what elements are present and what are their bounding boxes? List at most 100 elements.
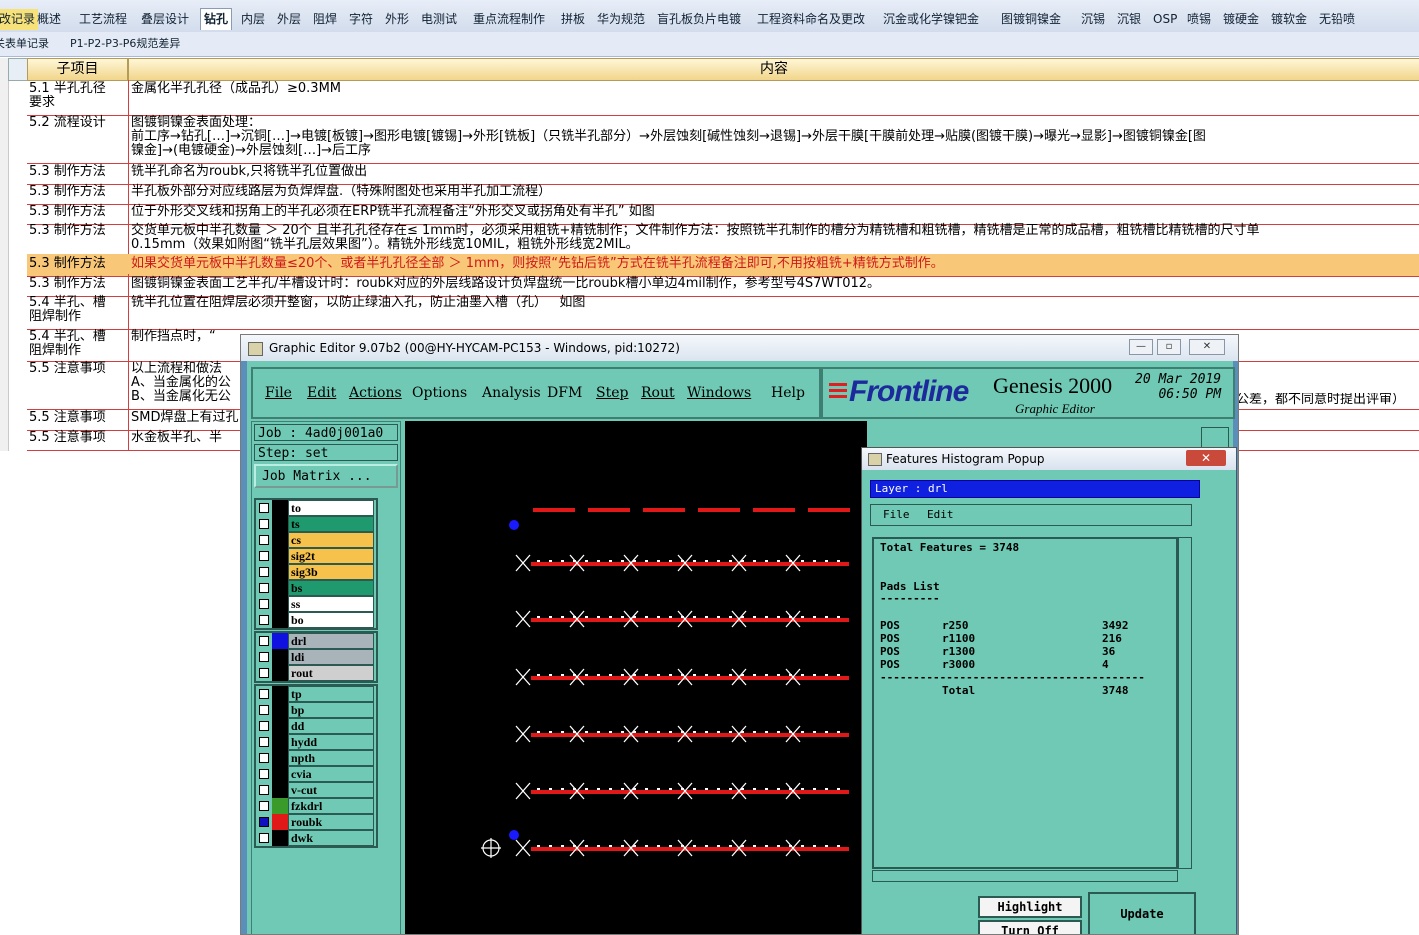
layer-name[interactable]: sig3b bbox=[288, 564, 374, 580]
row-content[interactable]: 图镀铜镍金表面处理： 前工序→钻孔[…]→沉铜[…]→电镀[板镀]→图形电镀[镀… bbox=[128, 114, 1419, 164]
sub-tab[interactable]: 关表单记录 bbox=[0, 35, 49, 53]
sheet-tab[interactable]: 字符 bbox=[346, 9, 376, 30]
layer-name[interactable]: to bbox=[288, 500, 374, 516]
sheet-tab[interactable]: 电测试 bbox=[418, 9, 460, 30]
layer-checkbox[interactable] bbox=[259, 615, 269, 625]
layer-row-bp[interactable]: bp bbox=[256, 702, 376, 718]
layer-checkbox[interactable] bbox=[259, 737, 269, 747]
sheet-tab[interactable]: 沉锡 bbox=[1078, 9, 1108, 30]
layer-name[interactable]: sig2t bbox=[288, 548, 374, 564]
layer-name[interactable]: ldi bbox=[288, 649, 374, 665]
minimize-button[interactable]: — bbox=[1129, 339, 1153, 355]
layer-row-sig3b[interactable]: sig3b bbox=[256, 564, 376, 580]
layer-checkbox[interactable] bbox=[259, 503, 269, 513]
row-content[interactable]: 交货单元板中半孔数量 ＞ 20个 且半孔孔径存在≤ 1mm时，必须采用粗铣+精铣… bbox=[128, 222, 1419, 256]
layer-row-bo[interactable]: bo bbox=[256, 612, 376, 628]
row-subitem[interactable]: 5.3 制作方法 bbox=[27, 222, 129, 256]
layer-row-bs[interactable]: bs bbox=[256, 580, 376, 596]
layer-checkbox[interactable] bbox=[259, 599, 269, 609]
layer-checkbox[interactable] bbox=[259, 519, 269, 529]
layer-row-ts[interactable]: ts bbox=[256, 516, 376, 532]
menu-analysis[interactable]: Analysis bbox=[482, 385, 541, 401]
popup-menu-file[interactable]: File bbox=[883, 505, 910, 525]
layer-row-hydd[interactable]: hydd bbox=[256, 734, 376, 750]
sheet-tab[interactable]: 沉银 bbox=[1114, 9, 1144, 30]
menu-rout[interactable]: Rout bbox=[641, 385, 675, 401]
menu-options[interactable]: Options bbox=[412, 385, 467, 401]
layer-name[interactable]: roubk bbox=[288, 814, 374, 830]
sheet-tab[interactable]: 无铅喷 bbox=[1316, 9, 1358, 30]
popup-close-button[interactable]: ✕ bbox=[1186, 450, 1226, 466]
layer-name[interactable]: tp bbox=[288, 686, 374, 702]
layer-checkbox[interactable] bbox=[259, 785, 269, 795]
layer-row-ldi[interactable]: ldi bbox=[256, 649, 376, 665]
row-subitem[interactable]: 5.4 半孔、槽 阻焊制作 bbox=[27, 294, 129, 330]
row-content[interactable]: 铣半孔位置在阻焊层必须开整窗，以防止绿油入孔，防止油墨入槽（孔） 如图 bbox=[128, 294, 1419, 330]
highlight-button[interactable]: Highlight bbox=[978, 896, 1082, 918]
horizontal-scrollbar[interactable] bbox=[872, 870, 1178, 882]
layer-checkbox[interactable] bbox=[259, 535, 269, 545]
popup-titlebar[interactable]: Features Histogram Popup ✕ bbox=[862, 448, 1236, 470]
layer-name[interactable]: ss bbox=[288, 596, 374, 612]
layer-checkbox[interactable] bbox=[259, 636, 269, 646]
layer-row-fzkdrl[interactable]: fzkdrl bbox=[256, 798, 376, 814]
layer-name[interactable]: bs bbox=[288, 580, 374, 596]
histogram-list[interactable]: Total Features = 3748 Pads List --------… bbox=[872, 537, 1178, 869]
sheet-tab[interactable]: 拼板 bbox=[558, 9, 588, 30]
sheet-tab[interactable]: 改记录 bbox=[0, 9, 39, 30]
column-header-sub[interactable]: 子项目 bbox=[27, 58, 128, 81]
layer-name[interactable]: hydd bbox=[288, 734, 374, 750]
menu-dfm[interactable]: DFM bbox=[547, 385, 582, 401]
select-all-corner[interactable] bbox=[8, 58, 28, 81]
sheet-tab[interactable]: 工艺流程 bbox=[76, 9, 130, 30]
layer-row-npth[interactable]: npth bbox=[256, 750, 376, 766]
layer-row-dwk[interactable]: dwk bbox=[256, 830, 376, 846]
layer-row-cs[interactable]: cs bbox=[256, 532, 376, 548]
sub-tab[interactable]: P1-P2-P3-P6规范差异 bbox=[70, 35, 180, 53]
layer-checkbox[interactable] bbox=[259, 689, 269, 699]
job-matrix-button[interactable]: Job Matrix ... bbox=[254, 464, 398, 488]
layer-name[interactable]: dd bbox=[288, 718, 374, 734]
layer-checkbox[interactable] bbox=[259, 833, 269, 843]
layer-checkbox[interactable] bbox=[259, 801, 269, 811]
layer-checkbox[interactable] bbox=[259, 583, 269, 593]
popup-menu-edit[interactable]: Edit bbox=[927, 505, 954, 525]
close-button[interactable]: ✕ bbox=[1189, 339, 1225, 355]
layer-checkbox[interactable] bbox=[259, 817, 269, 827]
sheet-tab[interactable]: 叠层设计 bbox=[138, 9, 192, 30]
layer-name[interactable]: npth bbox=[288, 750, 374, 766]
row-subitem[interactable]: 5.5 注意事项 bbox=[27, 428, 129, 451]
layer-name[interactable]: dwk bbox=[288, 830, 374, 846]
layer-checkbox[interactable] bbox=[259, 769, 269, 779]
sheet-tab[interactable]: 工程资料命名及更改 bbox=[754, 9, 868, 30]
row-subitem[interactable]: 5.5 注意事项 bbox=[27, 360, 129, 410]
sheet-tab[interactable]: 镀软金 bbox=[1268, 9, 1310, 30]
menu-help[interactable]: Help bbox=[771, 385, 805, 401]
menu-windows[interactable]: Windows bbox=[687, 385, 751, 401]
layer-row-cvia[interactable]: cvia bbox=[256, 766, 376, 782]
sheet-tab[interactable]: 外形 bbox=[382, 9, 412, 30]
layer-row-dd[interactable]: dd bbox=[256, 718, 376, 734]
layer-row-rout[interactable]: rout bbox=[256, 665, 376, 681]
layer-name[interactable]: ts bbox=[288, 516, 374, 532]
layer-checkbox[interactable] bbox=[259, 705, 269, 715]
sheet-tab[interactable]: 盲孔板负片电镀 bbox=[654, 9, 744, 30]
sheet-tab[interactable]: 喷锡 bbox=[1184, 9, 1214, 30]
sheet-tab[interactable]: OSP bbox=[1150, 9, 1180, 30]
layer-checkbox[interactable] bbox=[259, 551, 269, 561]
layer-name[interactable]: cs bbox=[288, 532, 374, 548]
layer-name[interactable]: bp bbox=[288, 702, 374, 718]
sheet-tab[interactable]: 概述 bbox=[34, 9, 64, 30]
layer-checkbox[interactable] bbox=[259, 721, 269, 731]
layer-name[interactable]: drl bbox=[288, 633, 374, 649]
layer-name[interactable]: cvia bbox=[288, 766, 374, 782]
vertical-scrollbar[interactable] bbox=[1178, 537, 1192, 869]
layer-checkbox[interactable] bbox=[259, 668, 269, 678]
layer-checkbox[interactable] bbox=[259, 567, 269, 577]
layer-row-tp[interactable]: tp bbox=[256, 686, 376, 702]
row-subitem[interactable]: 5.2 流程设计 bbox=[27, 114, 129, 164]
sheet-tab[interactable]: 阻焊 bbox=[310, 9, 340, 30]
column-header-content[interactable]: 内容 bbox=[128, 58, 1419, 81]
layer-row-sig2t[interactable]: sig2t bbox=[256, 548, 376, 564]
layer-name[interactable]: rout bbox=[288, 665, 374, 681]
